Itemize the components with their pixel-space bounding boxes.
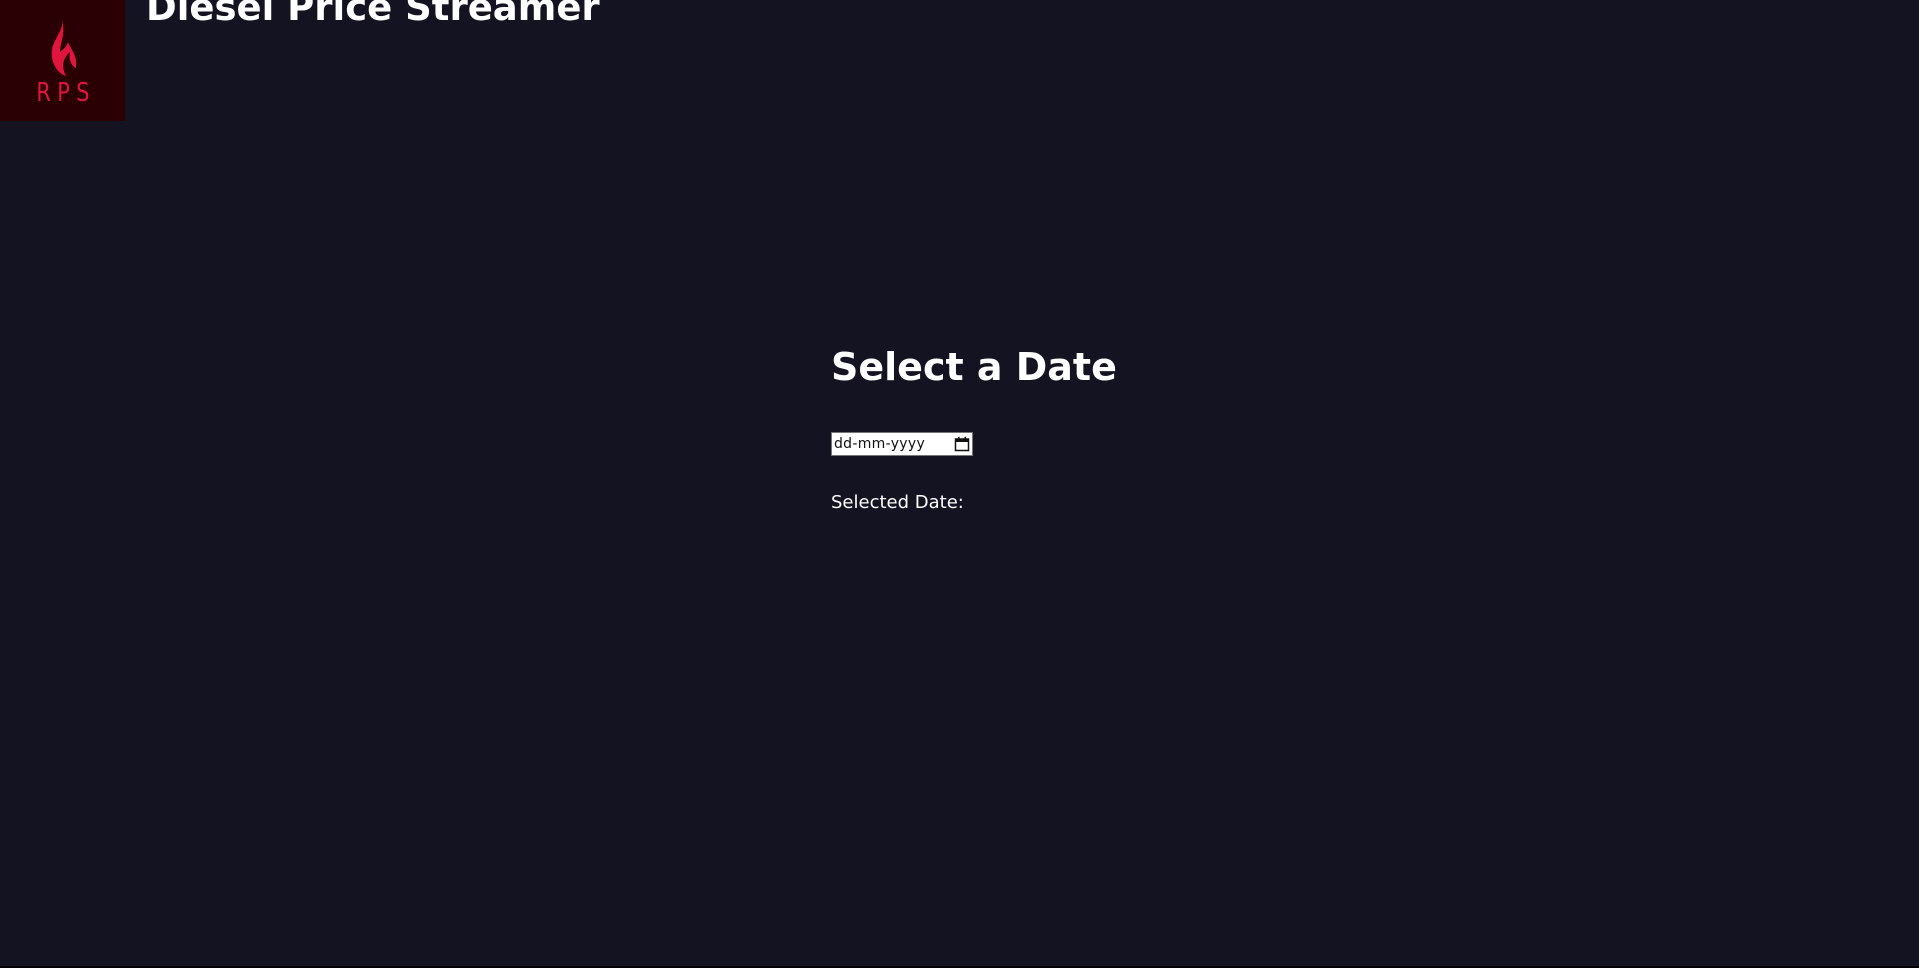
app-title: Diesel Price Streamer: [146, 0, 600, 29]
selected-date-label: Selected Date:: [831, 492, 964, 513]
flame-icon: [51, 19, 76, 76]
calendar-icon[interactable]: [954, 436, 970, 452]
logo[interactable]: RPS: [0, 0, 125, 121]
date-input[interactable]: dd-mm-yyyy: [831, 432, 973, 456]
date-selection-section: Select a Date dd-mm-yyyy Selected Date:: [831, 345, 1117, 513]
logo-text: RPS: [36, 77, 97, 108]
date-input-placeholder: dd-mm-yyyy: [834, 436, 926, 452]
app-container: RPS Diesel Price Streamer Select a Date …: [0, 0, 1919, 966]
section-title: Select a Date: [831, 345, 1117, 389]
